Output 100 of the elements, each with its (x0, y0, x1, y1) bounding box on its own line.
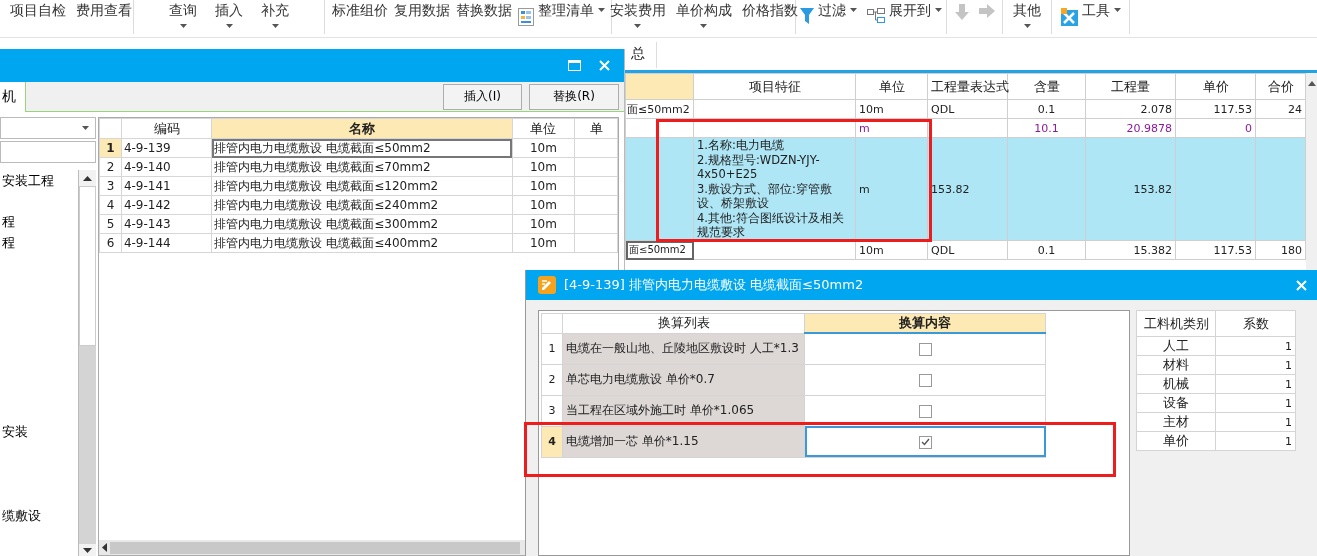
column-header[interactable]: 工程量表达式 (927, 73, 1008, 100)
column-header[interactable]: 名称 (211, 118, 513, 139)
funnel-icon (800, 8, 814, 24)
table-cell: 单芯电力电缆敷设 单价*0.7 (562, 364, 805, 395)
row-number: 2 (541, 364, 563, 395)
table-cell: 4-9-139 (121, 138, 212, 158)
tree-item[interactable]: 程 (0, 211, 78, 232)
toolbar-button[interactable]: 复用数据 (393, 0, 450, 34)
row-number: 5 (99, 214, 122, 234)
table-cell: 电缆在一般山地、丘陵地区敷设时 人工*1.3 (562, 333, 805, 364)
column-header[interactable]: 单 (574, 118, 618, 139)
table-cell: QDL (927, 240, 1008, 260)
checkbox[interactable] (918, 373, 932, 387)
search-field[interactable] (0, 141, 96, 163)
table-cell: 1.名称:电力电缆 2.规格型号:WDZN-YJY-4x50+E25 3.敷设方式、部位:穿管敷设、桥架敷设 4.其他:符合图纸设计及相关规范要求 (693, 137, 856, 241)
dropdown[interactable] (0, 117, 96, 139)
toolbar-button[interactable]: 查询 (169, 0, 197, 34)
table-cell: 117.53 (1175, 240, 1256, 260)
table-cell: 电缆增加一芯 单价*1.15 (562, 426, 805, 457)
up-caret-icon (83, 175, 92, 181)
toolbar-button[interactable]: 展开到 (867, 0, 942, 34)
toolbar-button[interactable]: 标准组价 (331, 0, 388, 34)
checkbox[interactable] (918, 342, 932, 356)
table-cell[interactable]: 排管内电力电缆敷设 电缆截面≤400mm2 (211, 233, 513, 253)
row-number: 3 (541, 395, 563, 426)
table-cell[interactable]: 排管内电力电缆敷设 电缆截面≤120mm2 (211, 176, 513, 196)
tree-item[interactable]: 安装工程 (0, 170, 78, 191)
column-header[interactable]: 单位 (855, 73, 928, 100)
column-header[interactable]: 单价 (1175, 73, 1256, 100)
row-number: 2 (99, 157, 122, 177)
table-cell: 10.1 (1007, 118, 1086, 138)
tree-item[interactable]: 安装 (0, 421, 78, 442)
table-cell: 0.1 (1007, 99, 1086, 119)
app-icon (538, 276, 556, 294)
table-cell: 4-9-143 (121, 214, 212, 234)
table-cell: 10m (512, 176, 575, 196)
column-header[interactable]: 合价 (1255, 73, 1306, 100)
dialog-button[interactable]: 插入(I) (443, 83, 522, 110)
dialog-button[interactable]: 替换(R) (529, 83, 619, 110)
table-cell: 10m (512, 195, 575, 215)
toolbar-button[interactable]: 补充 (261, 0, 289, 34)
check-icon (920, 438, 930, 446)
table-cell: 20.9878 (1085, 118, 1176, 138)
toolbar-button[interactable]: 单价构成 (675, 0, 732, 34)
column-header[interactable]: 换算列表 (562, 313, 805, 333)
table-cell: 0 (1175, 118, 1256, 138)
table-cell: 4-9-142 (121, 195, 212, 215)
maximize-icon[interactable] (568, 60, 581, 71)
column-header[interactable]: 换算内容 (804, 313, 1046, 333)
toolbar-button[interactable]: 工具 (1060, 0, 1121, 34)
row-number: 6 (99, 233, 122, 253)
column-header[interactable]: 单位 (512, 118, 575, 139)
table-cell: 4-9-144 (121, 233, 212, 253)
left-caret-icon (102, 543, 107, 552)
table-cell: 10m (855, 99, 928, 119)
tab[interactable]: 机 (0, 81, 26, 112)
toolbar-button[interactable]: 价格指数 (741, 0, 798, 34)
table-cell[interactable]: 排管内电力电缆敷设 电缆截面≤70mm2 (211, 157, 513, 177)
toolbar-button[interactable]: 插入 (215, 0, 243, 34)
row-number: 1 (541, 333, 563, 364)
toolbar-button[interactable]: 过滤 (800, 0, 857, 34)
tab[interactable]: 总 (627, 45, 649, 63)
column-header[interactable]: 工程量 (1085, 73, 1176, 100)
table-cell: m (855, 137, 928, 241)
table-cell: 2.078 (1085, 99, 1176, 119)
table-cell: 10m (512, 157, 575, 177)
toolbar-button[interactable]: 替换数据 (455, 0, 512, 34)
table-cell[interactable]: 排管内电力电缆敷设 电缆截面≤240mm2 (211, 195, 513, 215)
table-cell: 面≤50mm2 (625, 240, 694, 260)
row-number: 4 (99, 195, 122, 215)
table-cell: 153.82 (1085, 137, 1176, 241)
tree-icon (867, 8, 885, 24)
tree-item[interactable]: 缆敷设 (0, 505, 78, 526)
table-cell: 10m (855, 240, 928, 260)
tools-icon (1060, 8, 1078, 26)
toolbar-button[interactable]: 其他 (1013, 0, 1041, 34)
toolbar-button[interactable]: 安装费用 (609, 0, 666, 34)
column-header[interactable]: 项目特征 (693, 73, 856, 100)
toolbar-button[interactable]: 费用查看 (75, 0, 132, 34)
toolbar-button[interactable]: 项目自检 (9, 0, 66, 34)
column-header[interactable]: 编码 (121, 118, 212, 139)
table-cell: 4-9-141 (121, 176, 212, 196)
column-header[interactable] (625, 73, 694, 100)
table-cell: 10m (512, 233, 575, 253)
table-cell: 15.382 (1085, 240, 1176, 260)
close-icon[interactable] (599, 60, 610, 71)
table-cell: 153.82 (927, 137, 1008, 241)
vertical-scrollbar[interactable] (1306, 73, 1317, 270)
vertical-scrollbar[interactable] (78, 170, 96, 556)
toolbar-button[interactable]: 整理清单 (517, 0, 605, 34)
dialog-title: [4-9-139] 排管内电力电缆敷设 电缆截面≤50mm2 (564, 276, 864, 294)
table-cell[interactable]: 排管内电力电缆敷设 电缆截面≤300mm2 (211, 214, 513, 234)
up-caret-icon (1308, 81, 1316, 86)
checkbox[interactable] (918, 404, 932, 418)
tree-item[interactable]: 程 (0, 232, 78, 253)
table-cell: 4-9-140 (121, 157, 212, 177)
list-icon (517, 8, 534, 26)
table-cell[interactable]: 排管内电力电缆敷设 电缆截面≤50mm2 (211, 138, 513, 158)
close-icon[interactable] (1296, 279, 1307, 291)
checkbox[interactable] (918, 435, 932, 449)
